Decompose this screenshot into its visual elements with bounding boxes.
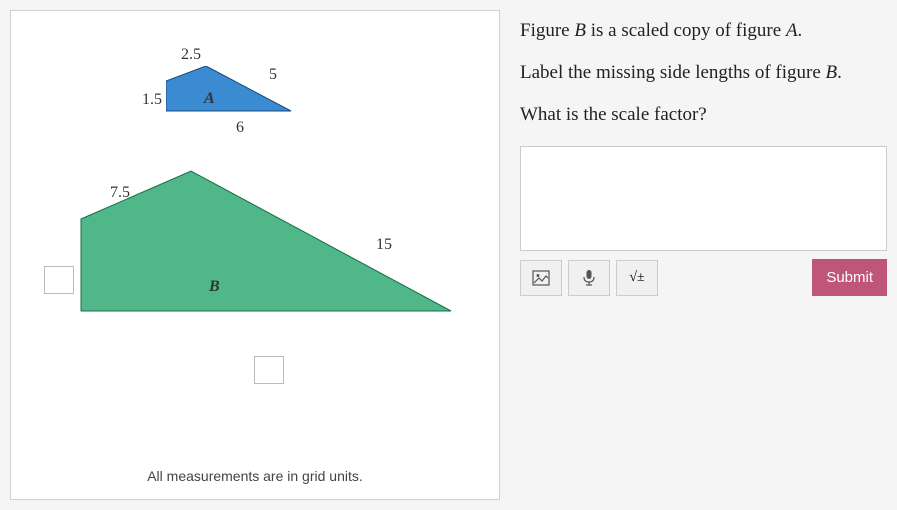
- question-line2: Label the missing side lengths of figure…: [520, 62, 887, 84]
- figA-side-topright: 5: [269, 66, 277, 84]
- figA-side-topleft: 2.5: [181, 46, 201, 64]
- figure-panel: 2.5 5 1.5 6 A 7.5 15 B All measurements …: [10, 10, 500, 500]
- text: .: [798, 20, 803, 41]
- image-icon: [532, 270, 550, 286]
- figure-b-shape: [71, 161, 471, 361]
- figB-input-bottom[interactable]: [254, 356, 284, 384]
- text: .: [837, 62, 842, 83]
- text: Figure: [520, 20, 574, 41]
- footer-note: All measurements are in grid units.: [11, 468, 499, 484]
- answer-input[interactable]: [520, 146, 887, 251]
- image-button[interactable]: [520, 260, 562, 296]
- var-B: B: [826, 62, 838, 83]
- figA-side-bottom: 6: [236, 119, 244, 137]
- figB-input-left[interactable]: [44, 266, 74, 294]
- toolbar: √± Submit: [520, 259, 887, 296]
- sqrt-button[interactable]: √±: [616, 260, 658, 296]
- mic-icon: [582, 269, 596, 287]
- question-panel: Figure B is a scaled copy of figure A. L…: [500, 0, 897, 510]
- figA-side-left: 1.5: [142, 91, 162, 109]
- text: is a scaled copy of figure: [586, 20, 786, 41]
- var-A: A: [786, 20, 798, 41]
- figure-area: 2.5 5 1.5 6 A 7.5 15 B: [11, 11, 499, 431]
- text: Label the missing side lengths of figure: [520, 62, 826, 83]
- figA-label: A: [204, 90, 215, 108]
- sqrt-icon: √±: [629, 270, 644, 286]
- var-B: B: [574, 20, 586, 41]
- question-line3: What is the scale factor?: [520, 104, 887, 126]
- figB-side-topleft: 7.5: [110, 184, 130, 202]
- question-line1: Figure B is a scaled copy of figure A.: [520, 20, 887, 42]
- submit-button[interactable]: Submit: [812, 259, 887, 296]
- figure-a-shape: [166, 66, 306, 126]
- figB-label: B: [209, 278, 220, 296]
- mic-button[interactable]: [568, 260, 610, 296]
- figB-side-topright: 15: [376, 236, 392, 254]
